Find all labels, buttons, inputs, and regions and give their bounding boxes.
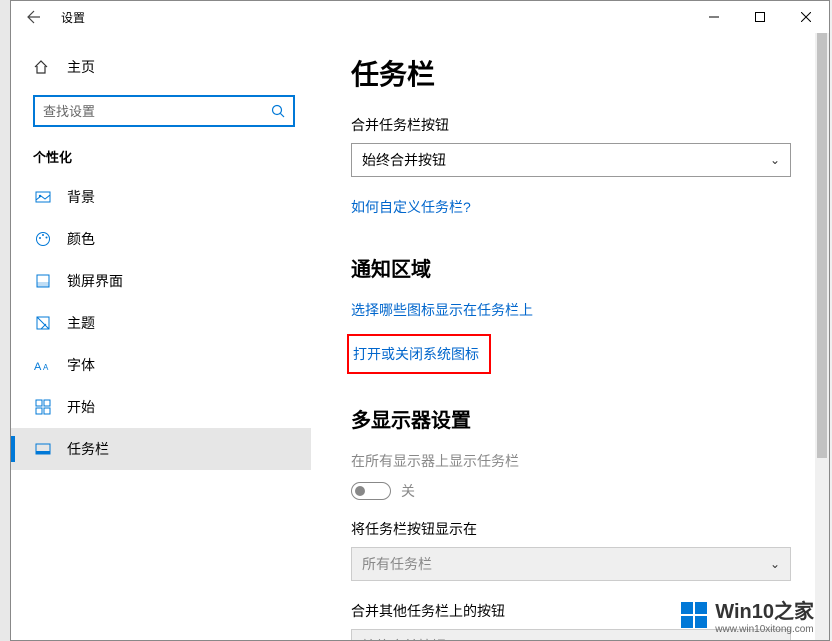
toggle-state: 关 bbox=[401, 481, 415, 501]
nav-item-start[interactable]: 开始 bbox=[11, 386, 311, 428]
home-icon bbox=[33, 59, 53, 75]
select-icons-link[interactable]: 选择哪些图标显示在任务栏上 bbox=[351, 300, 533, 320]
window-controls bbox=[691, 1, 829, 33]
home-link[interactable]: 主页 bbox=[11, 47, 311, 87]
svg-text:A: A bbox=[43, 363, 49, 372]
maximize-icon bbox=[755, 12, 765, 22]
body: 主页 个性化 背景 颜色 锁屏界面 bbox=[11, 33, 829, 640]
multimonitor-header: 多显示器设置 bbox=[351, 404, 789, 433]
sidebar: 主页 个性化 背景 颜色 锁屏界面 bbox=[11, 33, 311, 640]
section-title: 个性化 bbox=[11, 141, 311, 176]
home-label: 主页 bbox=[67, 57, 95, 77]
show-all-label: 在所有显示器上显示任务栏 bbox=[351, 451, 789, 471]
close-button[interactable] bbox=[783, 1, 829, 33]
watermark-url: www.win10xitong.com bbox=[715, 624, 814, 635]
close-icon bbox=[801, 12, 811, 22]
nav-item-themes[interactable]: 主题 bbox=[11, 302, 311, 344]
minimize-icon bbox=[709, 12, 719, 22]
chevron-down-icon: ⌄ bbox=[770, 639, 780, 640]
settings-window: 设置 主页 bbox=[10, 0, 830, 641]
maximize-button[interactable] bbox=[737, 1, 783, 33]
svg-text:A: A bbox=[34, 361, 42, 373]
windows-logo-icon bbox=[681, 602, 707, 628]
scrollbar-thumb[interactable] bbox=[817, 33, 827, 458]
customize-link[interactable]: 如何自定义任务栏? bbox=[351, 197, 471, 217]
nav-label: 字体 bbox=[67, 355, 95, 375]
taskbar-icon bbox=[33, 439, 53, 459]
page-title: 任务栏 bbox=[351, 53, 789, 93]
lockscreen-icon bbox=[33, 271, 53, 291]
chevron-down-icon: ⌄ bbox=[770, 153, 780, 167]
nav-item-taskbar[interactable]: 任务栏 bbox=[11, 428, 311, 470]
notification-header: 通知区域 bbox=[351, 253, 789, 282]
nav-item-fonts[interactable]: AA 字体 bbox=[11, 344, 311, 386]
desktop-edge bbox=[0, 0, 10, 641]
font-icon: AA bbox=[33, 355, 53, 375]
nav-label: 任务栏 bbox=[67, 439, 109, 459]
watermark-text: Win10之家 www.win10xitong.com bbox=[715, 595, 814, 635]
window-title: 设置 bbox=[61, 9, 85, 26]
highlight-box: 打开或关闭系统图标 bbox=[347, 334, 491, 374]
buttons-on-dropdown: 所有任务栏 ⌄ bbox=[351, 547, 791, 581]
palette-icon bbox=[33, 229, 53, 249]
theme-icon bbox=[33, 313, 53, 333]
nav-label: 开始 bbox=[67, 397, 95, 417]
nav-label: 锁屏界面 bbox=[67, 271, 123, 291]
arrow-left-icon bbox=[26, 9, 42, 25]
nav-item-colors[interactable]: 颜色 bbox=[11, 218, 311, 260]
nav-label: 颜色 bbox=[67, 229, 95, 249]
toggle-row: 关 bbox=[351, 481, 789, 501]
titlebar-left: 设置 bbox=[11, 1, 85, 33]
scrollbar[interactable] bbox=[815, 33, 829, 640]
titlebar: 设置 bbox=[11, 1, 829, 33]
dropdown-value: 所有任务栏 bbox=[362, 554, 432, 574]
show-all-toggle[interactable] bbox=[351, 482, 391, 500]
search-icon bbox=[271, 104, 285, 118]
watermark-brand: Win10之家 bbox=[715, 595, 814, 624]
nav-label: 主题 bbox=[67, 313, 95, 333]
search-field[interactable] bbox=[43, 104, 271, 119]
combine-label: 合并任务栏按钮 bbox=[351, 115, 789, 135]
combine-dropdown[interactable]: 始终合并按钮 ⌄ bbox=[351, 143, 791, 177]
dropdown-value: 始终合并按钮 bbox=[362, 150, 446, 170]
nav-item-background[interactable]: 背景 bbox=[11, 176, 311, 218]
nav-label: 背景 bbox=[67, 187, 95, 207]
picture-icon bbox=[33, 187, 53, 207]
start-icon bbox=[33, 397, 53, 417]
content-area: 任务栏 合并任务栏按钮 始终合并按钮 ⌄ 如何自定义任务栏? 通知区域 选择哪些… bbox=[311, 33, 829, 640]
nav-item-lockscreen[interactable]: 锁屏界面 bbox=[11, 260, 311, 302]
chevron-down-icon: ⌄ bbox=[770, 557, 780, 571]
dropdown-value: 始终合并按钮 bbox=[362, 636, 446, 640]
system-icons-link[interactable]: 打开或关闭系统图标 bbox=[353, 344, 479, 364]
search-input[interactable] bbox=[33, 95, 295, 127]
buttons-on-label: 将任务栏按钮显示在 bbox=[351, 519, 789, 539]
watermark: Win10之家 www.win10xitong.com bbox=[681, 595, 814, 635]
minimize-button[interactable] bbox=[691, 1, 737, 33]
back-button[interactable] bbox=[11, 1, 57, 33]
